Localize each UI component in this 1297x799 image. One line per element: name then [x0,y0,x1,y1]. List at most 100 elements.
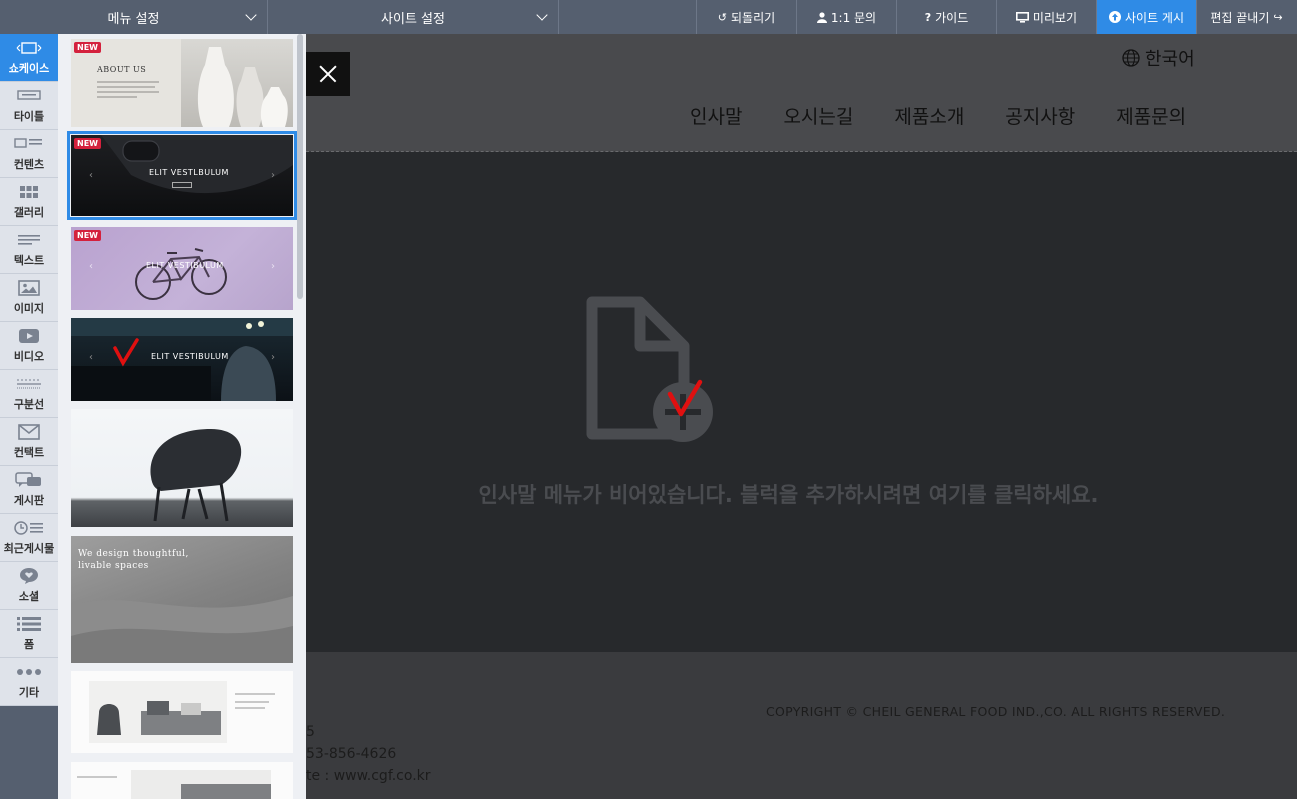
nav-item-directions[interactable]: 오시는길 [783,102,853,143]
thumb-caption: livable spaces [78,561,149,571]
category-label: 컨텐츠 [13,158,45,171]
category-showcase[interactable]: 쇼케이스 [0,34,58,82]
menu-settings-dropdown[interactable]: 메뉴 설정 [0,0,268,34]
block-thumbnail[interactable] [71,762,293,799]
sofa-image [89,681,275,743]
finish-edit-button[interactable]: 편집 끝내기 ↪ [1197,0,1296,34]
category-social[interactable]: 소셜 [0,562,58,610]
undo-button[interactable]: ↺ 되돌리기 [697,0,797,34]
globe-icon [1122,49,1140,67]
content-icon [14,135,44,153]
empty-page-area[interactable]: 인사말 메뉴가 비어있습니다. 블럭을 추가하시려면 여기를 클릭하세요. [306,152,1297,652]
category-image[interactable]: 이미지 [0,274,58,322]
category-label: 최근게시물 [3,542,55,555]
block-thumbnail[interactable]: NEW ABOUT US [71,39,293,127]
block-thumbnail[interactable]: ELIT VESTIBULUM ‹ › [71,318,293,401]
category-more[interactable]: 기타 [0,658,58,706]
add-document-icon [586,296,713,442]
category-label: 타이틀 [13,110,45,123]
sidebar-bottom-area [0,706,58,799]
site-nav: 인사말 오시는길 제품소개 공지사항 제품문의 [690,102,1227,157]
inquiry-button[interactable]: 1:1 문의 [797,0,897,34]
empty-menu-message[interactable]: 인사말 메뉴가 비어있습니다. 블럭을 추가하시려면 여기를 클릭하세요. [293,479,1284,509]
nav-item-product-inquiry[interactable]: 제품문의 [1116,102,1186,143]
preview-button[interactable]: 미리보기 [997,0,1097,34]
category-contact[interactable]: 컨택트 [0,418,58,466]
chevron-down-icon [245,9,257,21]
undo-label: 되돌리기 [731,10,776,25]
chair-image [150,429,242,522]
site-settings-dropdown[interactable]: 사이트 설정 [268,0,559,34]
preview-label: 미리보기 [1032,10,1078,25]
toolbar-spacer [559,0,697,34]
close-panel-button[interactable] [306,52,350,96]
new-badge: NEW [74,42,101,53]
finish-edit-label: 편집 끝내기 [1210,10,1270,25]
site-footer [306,652,1297,799]
publish-site-button[interactable]: 사이트 게시 [1097,0,1197,34]
category-label: 구분선 [13,398,45,411]
new-badge: NEW [74,138,101,149]
envelope-icon [18,423,40,441]
block-thumbnail[interactable]: We design thoughtful, livable spaces [71,536,293,663]
thumb-text-line [97,91,159,93]
footer-info-line: te : www.cgf.co.kr [306,768,431,784]
language-label: 한국어 [1145,49,1195,70]
category-video[interactable]: 비디오 [0,322,58,370]
category-label: 비디오 [13,350,45,363]
thumb-caption: ELIT VESTIBULUM [146,261,224,270]
thumb-text-line [97,81,159,83]
vases-image [181,39,293,127]
category-label: 이미지 [13,302,45,315]
block-thumbnail[interactable] [71,409,293,527]
guide-label: 가이드 [935,10,969,25]
title-icon [17,87,41,105]
divider-icon [17,375,41,393]
monitor-icon [1015,11,1029,23]
chevron-down-icon [536,9,548,21]
thumb-caption: ABOUT US [97,65,147,74]
category-recent-posts[interactable]: 최근게시물 [0,514,58,562]
category-board[interactable]: 게시판 [0,466,58,514]
category-content[interactable]: 컨텐츠 [0,130,58,178]
red-checkmark-annotation [113,338,139,367]
block-thumbnail[interactable]: NEW ELIT VESTLBULUM ‹ › [67,131,297,220]
more-icon [16,663,42,681]
prev-arrow-icon: ‹ [89,352,94,363]
category-label: 소셜 [18,590,40,603]
nav-item-notices[interactable]: 공지사항 [1005,102,1075,143]
sofa-image [77,770,271,799]
prev-arrow-icon: ‹ [89,261,94,272]
menu-settings-label: 메뉴 설정 [107,11,160,27]
nav-item-greeting[interactable]: 인사말 [690,102,743,157]
next-arrow-icon: › [271,352,276,363]
category-gallery[interactable]: 갤러리 [0,178,58,226]
top-toolbar: 메뉴 설정 사이트 설정 ↺ 되돌리기 1:1 문의 ? 가이드 미리보기 사이… [0,0,1297,34]
category-title[interactable]: 타이틀 [0,82,58,130]
block-thumbnail[interactable] [71,671,293,753]
prev-arrow-icon: ‹ [89,170,94,181]
undo-icon: ↺ [717,10,728,24]
category-label: 폼 [23,638,35,651]
gallery-icon [19,183,39,201]
category-form[interactable]: 폼 [0,610,58,658]
social-icon [19,567,39,585]
inquiry-label: 1:1 문의 [830,10,877,25]
guide-button[interactable]: ? 가이드 [897,0,997,34]
site-settings-label: 사이트 설정 [381,11,445,27]
nav-item-products[interactable]: 제품소개 [894,102,964,143]
category-divider[interactable]: 구분선 [0,370,58,418]
thumbnail-scrollbar[interactable] [297,34,303,299]
category-text[interactable]: 텍스트 [0,226,58,274]
block-thumbnail[interactable]: NEW ELIT VESTIBULUM ‹ › [71,227,293,310]
question-icon: ? [924,10,932,24]
recent-posts-icon [14,519,44,537]
thumb-caption: ELIT VESTIBULUM [151,352,229,361]
block-thumbnail-panel: NEW ABOUT US NEW ELIT VESTLBULUM ‹ › NEW… [58,34,306,799]
language-selector[interactable]: 한국어 [1122,45,1195,71]
footer-info-line: 5 [306,724,315,740]
next-arrow-icon: › [271,261,276,272]
next-arrow-icon: › [271,170,276,181]
category-label: 기타 [18,686,40,699]
user-icon [816,11,827,23]
